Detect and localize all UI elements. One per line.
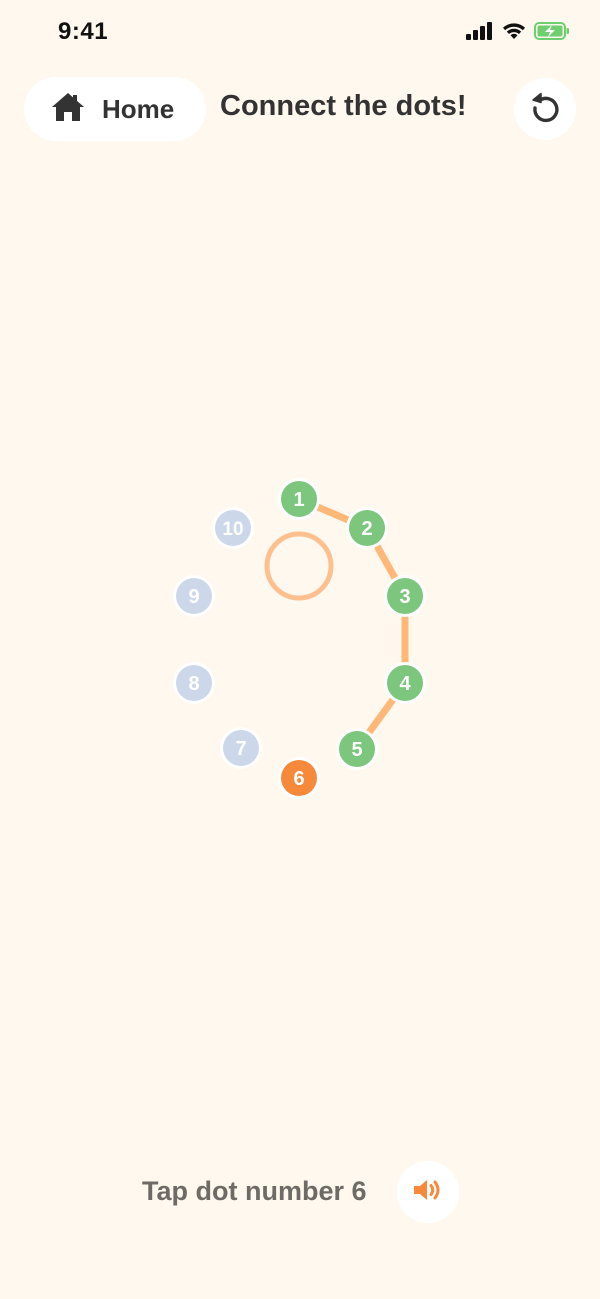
dot-6[interactable]: 6 (278, 757, 320, 799)
instruction-text: Tap dot number 6 (142, 1176, 367, 1206)
dots-layer: 1 2 3 4 5 6 7 8 9 10 (173, 478, 426, 799)
dot-label: 1 (293, 489, 304, 511)
dot-label: 5 (351, 739, 362, 761)
dot-10[interactable]: 10 (212, 507, 254, 549)
dot-label: 8 (188, 673, 199, 695)
dot-8[interactable]: 8 (173, 662, 215, 704)
dot-label: 3 (399, 586, 410, 608)
guide-ring (264, 531, 334, 601)
dot-label: 6 (293, 768, 304, 790)
reset-button[interactable] (514, 78, 576, 140)
home-button[interactable]: Home (24, 77, 206, 141)
dot-label: 7 (235, 738, 246, 760)
dot-label: 2 (361, 518, 372, 540)
speaker-icon (411, 1176, 445, 1209)
dot-1[interactable]: 1 (278, 478, 320, 520)
dot-board: 1 2 3 4 5 6 7 8 9 10 (173, 478, 426, 799)
restart-icon (529, 91, 561, 128)
dot-9[interactable]: 9 (173, 575, 215, 617)
wifi-icon (502, 22, 526, 45)
dot-7[interactable]: 7 (220, 727, 262, 769)
status-time: 9:41 (58, 18, 109, 45)
battery-charging-icon (534, 22, 570, 45)
page-title: Connect the dots! (220, 90, 467, 122)
status-icons (466, 22, 570, 45)
dot-3[interactable]: 3 (384, 575, 426, 617)
home-label: Home (102, 93, 175, 124)
dot-label: 4 (399, 673, 411, 695)
cellular-signal-icon (466, 22, 494, 45)
dot-label: 10 (222, 519, 243, 540)
house-icon (50, 91, 86, 128)
sound-button[interactable] (397, 1161, 459, 1223)
dot-2[interactable]: 2 (346, 507, 388, 549)
dot-4[interactable]: 4 (384, 662, 426, 704)
dot-label: 9 (188, 586, 199, 608)
dot-5[interactable]: 5 (336, 728, 378, 770)
status-bar: 9:41 (0, 0, 600, 64)
